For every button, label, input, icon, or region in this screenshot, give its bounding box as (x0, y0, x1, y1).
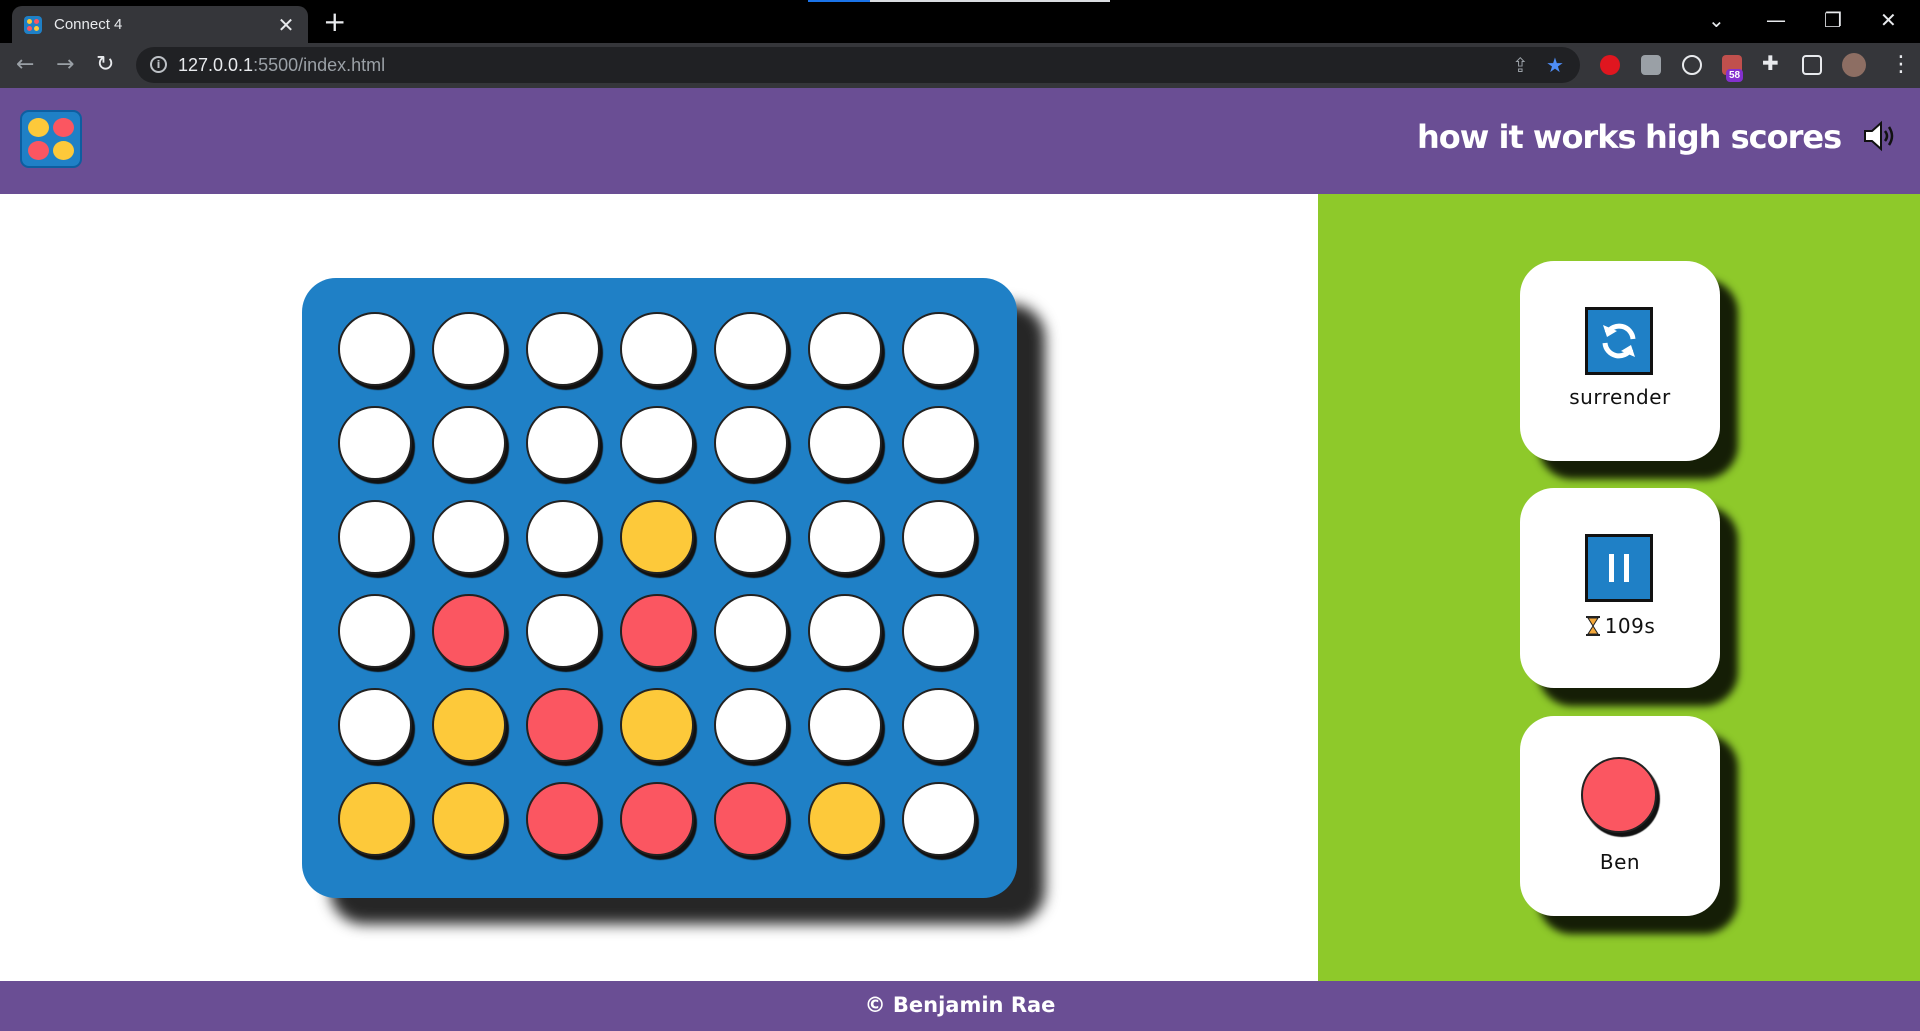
current-player-name: Ben (1599, 850, 1641, 874)
board-cell-yellow[interactable] (620, 688, 694, 762)
board-cell-empty[interactable] (902, 782, 976, 856)
tab-search-icon[interactable]: ⌄ (1708, 8, 1725, 32)
extension-hand-icon[interactable] (1600, 55, 1620, 75)
react-devtools-icon[interactable] (1682, 55, 1702, 75)
board-cell-empty[interactable] (902, 500, 976, 574)
menu-kebab-icon[interactable]: ⋮ (1890, 53, 1912, 77)
nav-how-it-works[interactable]: how it works (1417, 118, 1637, 156)
new-tab-button[interactable]: + (323, 8, 346, 36)
board-cell-empty[interactable] (526, 500, 600, 574)
board-cell-red[interactable] (714, 782, 788, 856)
board-cell-empty[interactable] (338, 406, 412, 480)
footer-copyright: © Benjamin Rae (864, 993, 1056, 1017)
loading-progress-bar (808, 0, 1110, 2)
board-cell-empty[interactable] (526, 406, 600, 480)
bookmark-star-icon[interactable]: ★ (1546, 54, 1564, 76)
pause-icon (1609, 554, 1629, 582)
board-cell-empty[interactable] (808, 406, 882, 480)
board-cell-yellow[interactable] (432, 688, 506, 762)
restore-icon[interactable]: ❐ (1824, 8, 1842, 32)
minimize-icon[interactable]: — (1766, 8, 1786, 32)
hourglass-icon (1585, 616, 1600, 636)
board-cell-empty[interactable] (902, 406, 976, 480)
board-cell-red[interactable] (432, 594, 506, 668)
close-tab-icon[interactable]: ✕ (276, 15, 296, 35)
board-cell-empty[interactable] (338, 594, 412, 668)
board-cell-empty[interactable] (714, 312, 788, 386)
reload-icon[interactable]: ↻ (96, 53, 114, 77)
board-cell-red[interactable] (620, 782, 694, 856)
back-icon[interactable]: ← (16, 53, 34, 77)
board-cell-red[interactable] (620, 594, 694, 668)
board-cell-empty[interactable] (808, 594, 882, 668)
browser-titlebar: Connect 4 ✕ + ⌄ — ❐ ✕ (0, 0, 1920, 43)
current-player-card: Ben (1520, 716, 1720, 916)
board-cell-empty[interactable] (620, 312, 694, 386)
extensions-puzzle-icon[interactable]: ✚ (1762, 53, 1782, 73)
board-cell-empty[interactable] (526, 312, 600, 386)
board-cell-empty[interactable] (432, 406, 506, 480)
board-cell-yellow[interactable] (338, 782, 412, 856)
speaker-icon[interactable] (1862, 120, 1898, 152)
site-footer: © Benjamin Rae (0, 981, 1920, 1031)
forward-icon[interactable]: → (56, 53, 74, 77)
board-cell-empty[interactable] (338, 688, 412, 762)
extension-window-icon[interactable] (1641, 55, 1661, 75)
profile-avatar[interactable] (1842, 53, 1866, 77)
board-cell-red[interactable] (526, 782, 600, 856)
board-cell-empty[interactable] (808, 312, 882, 386)
pause-button[interactable] (1585, 534, 1653, 602)
timer-value: 109s (1604, 614, 1656, 638)
surrender-button[interactable] (1585, 307, 1653, 375)
surrender-card[interactable]: surrender (1520, 261, 1720, 461)
board-cell-empty[interactable] (714, 406, 788, 480)
browser-toolbar: ← → ↻ i 127.0.0.1:5500/index.html ⇪ ★ 58… (0, 43, 1920, 88)
side-panel-icon[interactable] (1802, 55, 1822, 75)
board-cell-empty[interactable] (808, 688, 882, 762)
board-cell-empty[interactable] (714, 594, 788, 668)
nav-high-scores[interactable]: high scores (1645, 118, 1842, 156)
board-cell-empty[interactable] (432, 312, 506, 386)
tab-favicon-icon (24, 15, 42, 34)
board-cell-empty[interactable] (714, 688, 788, 762)
board-cell-yellow[interactable] (432, 782, 506, 856)
board-cell-empty[interactable] (338, 500, 412, 574)
surrender-label: surrender (1569, 385, 1671, 409)
site-info-icon[interactable]: i (150, 56, 167, 73)
tab-title: Connect 4 (54, 16, 123, 33)
board-cell-yellow[interactable] (620, 500, 694, 574)
browser-tab[interactable]: Connect 4 ✕ (12, 6, 308, 43)
board-cell-empty[interactable] (526, 594, 600, 668)
board-cell-yellow[interactable] (808, 782, 882, 856)
board-cell-empty[interactable] (902, 312, 976, 386)
site-header: how it works high scores (0, 88, 1920, 194)
share-icon[interactable]: ⇪ (1512, 54, 1529, 76)
url-path: :5500/index.html (253, 55, 386, 75)
current-player-disc (1581, 757, 1657, 833)
board-cell-empty[interactable] (620, 406, 694, 480)
game-board[interactable] (302, 278, 1017, 898)
address-bar[interactable]: i 127.0.0.1:5500/index.html ⇪ ★ (136, 47, 1580, 83)
refresh-icon (1602, 323, 1636, 359)
board-cell-empty[interactable] (902, 594, 976, 668)
timer-card[interactable]: 109s (1520, 488, 1720, 688)
board-cell-empty[interactable] (714, 500, 788, 574)
board-cell-empty[interactable] (432, 500, 506, 574)
board-cell-empty[interactable] (902, 688, 976, 762)
board-cell-red[interactable] (526, 688, 600, 762)
url-text[interactable]: 127.0.0.1:5500/index.html (178, 55, 385, 76)
url-host: 127.0.0.1 (178, 55, 254, 75)
board-cell-empty[interactable] (338, 312, 412, 386)
board-cell-empty[interactable] (808, 500, 882, 574)
close-window-icon[interactable]: ✕ (1880, 8, 1897, 32)
extension-badge: 58 (1726, 69, 1744, 82)
connect4-logo-icon[interactable] (20, 110, 82, 168)
timer-display: 109s (1520, 614, 1720, 638)
